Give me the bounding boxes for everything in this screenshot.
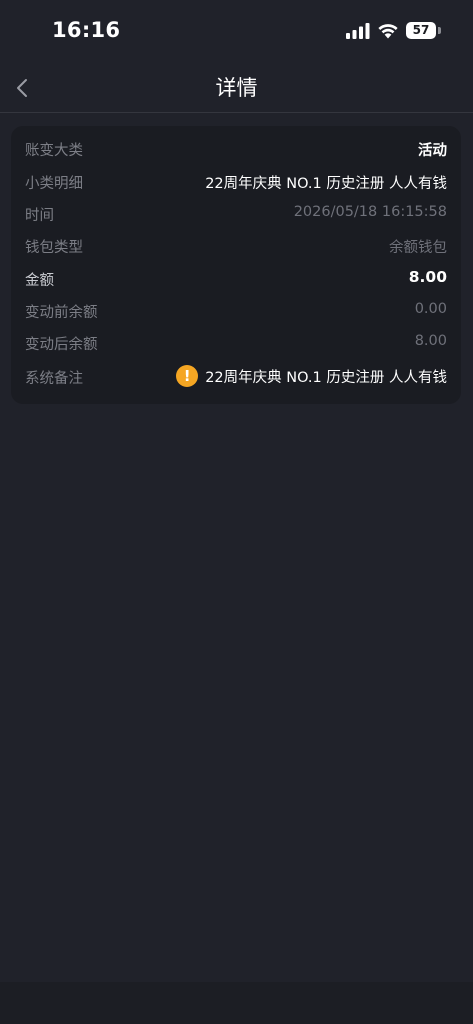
wallet-type-label: 钱包类型 [25,240,83,256]
detail-card: 账变大类 活动 小类明细 22周年庆典 NO.1 历史注册 人人有钱 时间 20… [11,126,461,404]
detail-row-wallet-type: 钱包类型 余额钱包 [25,234,447,258]
detail-row-time: 时间 2026/05/18 16:15:58 [25,202,447,226]
amount-value: 8.00 [408,268,447,286]
subcategory-label: 小类明细 [25,176,83,192]
wallet-type-value: 余额钱包 [389,240,447,256]
battery-icon: 57 [406,22,436,39]
balance-after-value: 8.00 [414,333,447,349]
battery-tip [438,27,441,34]
bottom-bar [0,982,473,1024]
nav-bar: 详情 [0,62,473,113]
balance-before-label: 变动前余额 [25,305,98,321]
cellular-signal-icon [346,23,370,39]
page-title: 详情 [215,76,258,100]
detail-row-balance-after: 变动后余额 8.00 [25,331,447,355]
detail-row-amount: 金额 8.00 [25,267,447,291]
time-label: 时间 [25,208,54,224]
amount-label: 金额 [25,273,54,289]
system-note-value-wrap: ! 22周年庆典 NO.1 历史注册 人人有钱 [176,365,447,389]
wifi-icon [378,24,398,39]
subcategory-value: 22周年庆典 NO.1 历史注册 人人有钱 [205,176,447,192]
system-note-label: 系统备注 [25,371,83,387]
detail-row-subcategory: 小类明细 22周年庆典 NO.1 历史注册 人人有钱 [25,170,447,194]
status-bar: 16:16 57 [0,0,473,62]
category-value: 活动 [418,143,447,159]
balance-after-label: 变动后余额 [25,337,98,353]
category-label: 账变大类 [25,143,83,159]
time-value: 2026/05/18 16:15:58 [293,204,447,220]
detail-row-balance-before: 变动前余额 0.00 [25,299,447,323]
detail-row-category: 账变大类 活动 [25,137,447,161]
status-time: 16:16 [52,18,121,42]
detail-row-system-note: 系统备注 ! 22周年庆典 NO.1 历史注册 人人有钱 [25,365,447,389]
balance-before-value: 0.00 [414,301,447,317]
warning-icon: ! [176,365,199,387]
system-note-value: 22周年庆典 NO.1 历史注册 人人有钱 [205,369,447,386]
